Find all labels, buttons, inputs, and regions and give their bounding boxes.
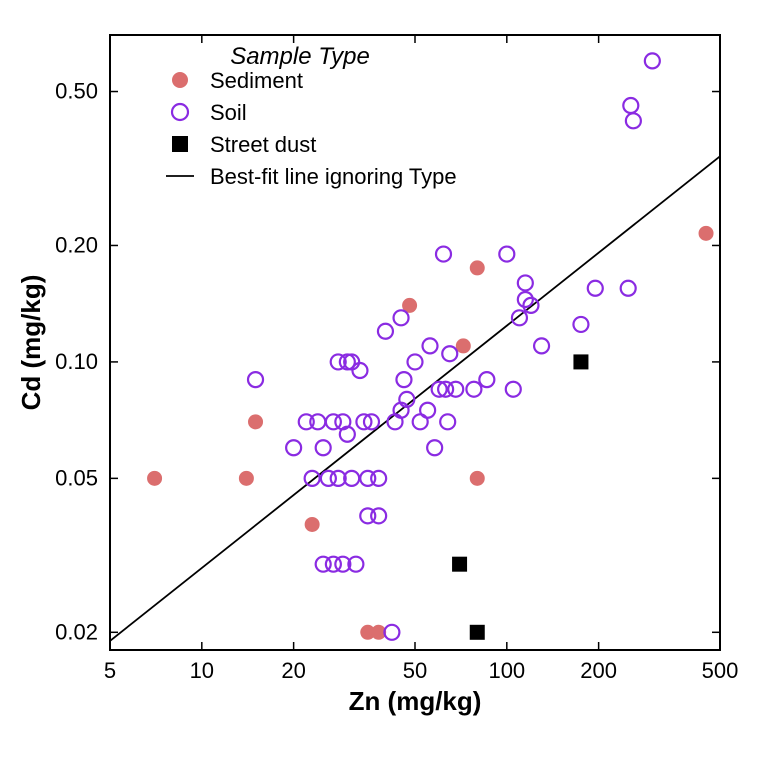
data-point <box>420 403 435 418</box>
chart-svg: 5 10 20 50 100 200 500 0.02 0.05 0.10 0.20 0.50 Zn (… <box>0 0 768 768</box>
data-point <box>448 382 463 397</box>
data-point <box>396 372 411 387</box>
data-point <box>388 414 403 429</box>
data-point <box>645 53 660 68</box>
scatter-chart: 5 10 20 50 100 200 500 0.02 0.05 0.10 0.20 0.50 Zn (… <box>0 0 768 768</box>
data-point <box>172 104 188 120</box>
data-point <box>518 275 533 290</box>
data-point <box>239 471 254 486</box>
data-point <box>248 414 263 429</box>
data-point <box>408 354 423 369</box>
x-tick-label: 50 <box>403 658 427 683</box>
data-point <box>378 324 393 339</box>
y-tick-label: 0.05 <box>55 465 98 490</box>
y-tick-label: 0.50 <box>55 79 98 104</box>
data-point <box>423 338 438 353</box>
data-point <box>305 517 320 532</box>
data-point <box>310 414 325 429</box>
data-point <box>621 281 636 296</box>
y-tick-label: 0.20 <box>55 232 98 257</box>
x-tick-label: 200 <box>580 658 617 683</box>
data-point <box>394 310 409 325</box>
data-point <box>456 338 471 353</box>
legend-title: Sample Type <box>230 43 370 70</box>
data-point <box>436 247 451 262</box>
data-point <box>316 440 331 455</box>
x-axis-label: Zn (mg/kg) <box>349 686 482 716</box>
x-tick-label: 100 <box>488 658 525 683</box>
data-point <box>626 113 641 128</box>
data-point <box>623 98 638 113</box>
data-point <box>506 382 521 397</box>
data-point <box>172 72 188 88</box>
data-point <box>470 471 485 486</box>
data-point <box>352 363 367 378</box>
data-point <box>248 372 263 387</box>
data-point <box>512 310 527 325</box>
data-point <box>573 354 588 369</box>
x-tick-label: 10 <box>190 658 214 683</box>
data-point <box>305 471 320 486</box>
data-point <box>371 471 386 486</box>
legend-label: Sediment <box>210 68 303 93</box>
data-point <box>147 471 162 486</box>
data-point <box>588 281 603 296</box>
y-axis-label: Cd (mg/kg) <box>16 275 46 411</box>
data-point <box>479 372 494 387</box>
legend-label: Best-fit line ignoring Type <box>210 164 457 189</box>
data-point <box>172 136 188 152</box>
x-tick-label: 20 <box>281 658 305 683</box>
legend-label: Soil <box>210 100 247 125</box>
y-tick-label: 0.10 <box>55 349 98 374</box>
legend-label: Street dust <box>210 132 316 157</box>
data-point <box>470 625 485 640</box>
x-tick-label: 5 <box>104 658 116 683</box>
data-point <box>699 226 714 241</box>
data-point <box>427 440 442 455</box>
data-point <box>440 414 455 429</box>
data-point <box>286 440 301 455</box>
x-tick-label: 500 <box>702 658 739 683</box>
y-tick-label: 0.02 <box>55 619 98 644</box>
data-point <box>442 346 457 361</box>
data-point <box>371 508 386 523</box>
data-point <box>470 260 485 275</box>
data-point <box>499 247 514 262</box>
data-point <box>534 338 549 353</box>
data-point <box>466 382 481 397</box>
data-point <box>384 625 399 640</box>
data-point <box>452 557 467 572</box>
data-point <box>573 317 588 332</box>
